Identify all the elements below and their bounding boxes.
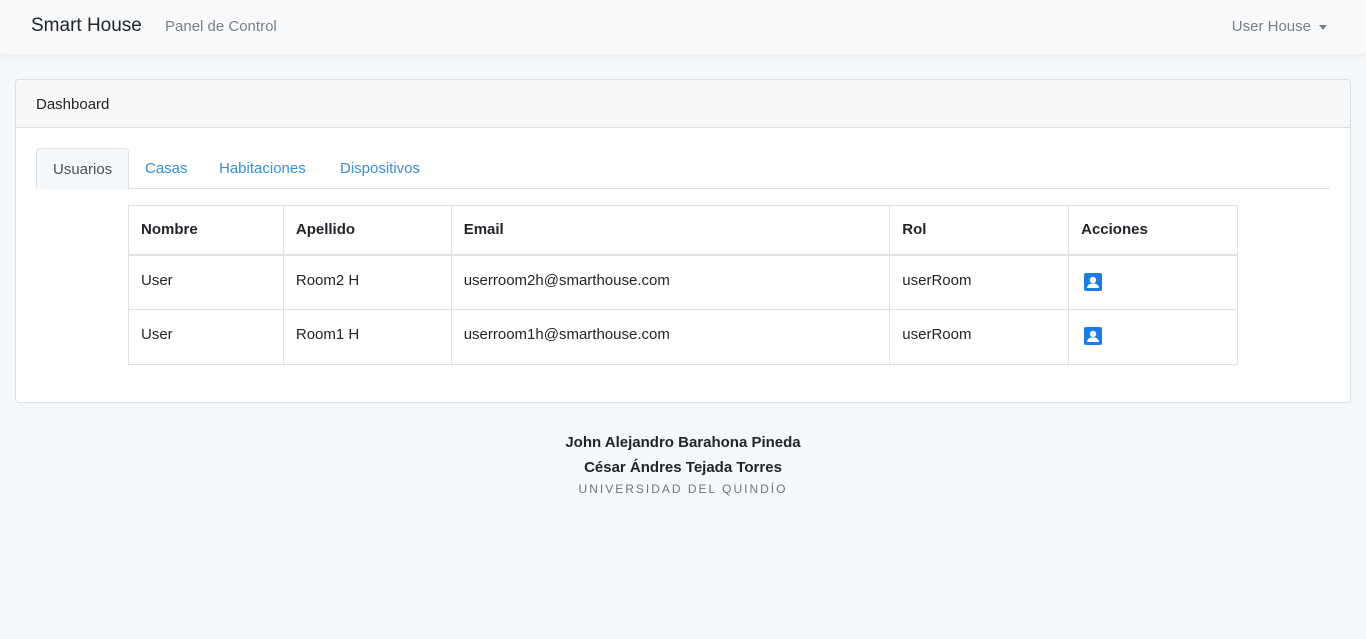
cell-email: userroom1h@smarthouse.com [450, 309, 891, 365]
caret-down-icon [1319, 25, 1327, 30]
cell-apellido: Room2 H [282, 254, 452, 310]
navbar: Smart House Panel de Control User House [0, 0, 1366, 55]
users-table: Nombre Apellido Email Rol Acciones User … [128, 205, 1238, 365]
cell-acciones [1068, 254, 1238, 310]
contact-icon[interactable] [1081, 324, 1105, 348]
user-menu-dropdown[interactable]: User House [1232, 18, 1327, 35]
cell-apellido: Room1 H [282, 309, 452, 365]
cell-nombre: User [128, 309, 284, 365]
column-header-apellido: Apellido [282, 205, 452, 256]
table-row: User Room1 H userroom1h@smarthouse.com u… [128, 309, 1238, 365]
cell-acciones [1068, 309, 1238, 365]
user-menu-label: User House [1231, 18, 1311, 35]
table-row: User Room2 H userroom2h@smarthouse.com u… [128, 254, 1238, 310]
column-header-acciones: Acciones [1068, 205, 1238, 256]
contact-icon[interactable] [1081, 270, 1105, 294]
column-header-rol: Rol [889, 205, 1070, 256]
table-header-row: Nombre Apellido Email Rol Acciones [128, 205, 1238, 256]
university-name: UNIVERSIDAD DEL QUINDÍO [578, 482, 788, 496]
footer: John Alejandro Barahona Pineda César Ánd… [0, 430, 1366, 496]
author-name: John Alejandro Barahona Pineda [565, 434, 801, 451]
column-header-nombre: Nombre [128, 205, 284, 256]
tab-usuarios[interactable]: Usuarios [36, 148, 130, 189]
cell-email: userroom2h@smarthouse.com [450, 254, 891, 310]
tab-casas[interactable]: Casas [129, 148, 204, 189]
brand-link[interactable]: Smart House [31, 15, 142, 37]
dashboard-card: Dashboard Usuarios Casas Habitaciones Di… [15, 79, 1351, 403]
cell-rol: userRoom [889, 254, 1070, 310]
tabs: Usuarios Casas Habitaciones Dispositivos [36, 148, 1330, 189]
cell-rol: userRoom [889, 309, 1070, 365]
tab-dispositivos[interactable]: Dispositivos [324, 148, 436, 189]
author-name: César Ándres Tejada Torres [584, 459, 782, 476]
column-header-email: Email [450, 205, 891, 256]
cell-nombre: User [128, 254, 284, 310]
tab-habitaciones[interactable]: Habitaciones [203, 148, 322, 189]
nav-link-panel-de-control[interactable]: Panel de Control [165, 18, 277, 35]
card-header: Dashboard [16, 80, 1350, 128]
